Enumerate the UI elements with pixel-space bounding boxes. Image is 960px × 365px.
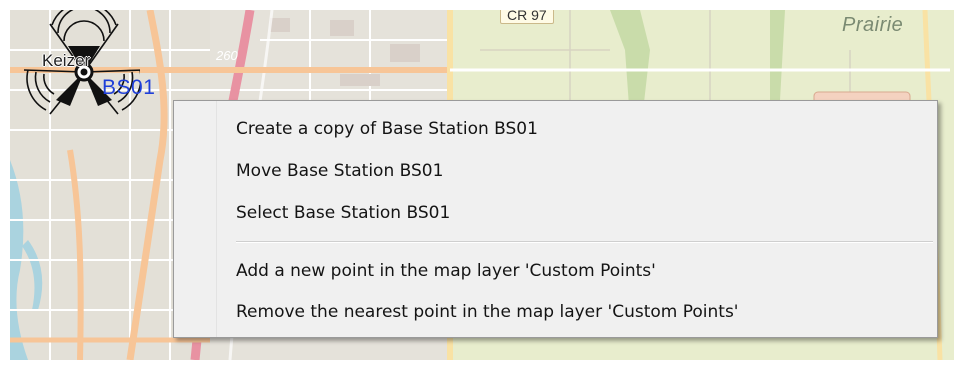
menu-item-move-base-station[interactable]: Move Base Station BS01 bbox=[236, 157, 443, 185]
base-station-label[interactable]: BS01 bbox=[102, 76, 155, 100]
menu-item-add-custom-point[interactable]: Add a new point in the map layer 'Custom… bbox=[236, 257, 656, 285]
menu-icon-gutter bbox=[174, 101, 217, 337]
place-label-prairie: Prairie bbox=[842, 14, 904, 36]
context-menu: Create a copy of Base Station BS01 Move … bbox=[173, 100, 938, 338]
menu-item-remove-custom-point[interactable]: Remove the nearest point in the map laye… bbox=[236, 298, 738, 326]
menu-item-copy-base-station[interactable]: Create a copy of Base Station BS01 bbox=[236, 115, 538, 143]
menu-separator bbox=[236, 241, 933, 243]
place-label-keizer: Keizer bbox=[42, 51, 91, 70]
menu-item-select-base-station[interactable]: Select Base Station BS01 bbox=[236, 199, 450, 227]
road-shield-cr97: CR 97 bbox=[500, 10, 554, 24]
highway-label-260: 260 bbox=[216, 48, 238, 63]
app-window: Prairie CR 97 260 Keizer BS01 Create a c… bbox=[0, 0, 960, 365]
